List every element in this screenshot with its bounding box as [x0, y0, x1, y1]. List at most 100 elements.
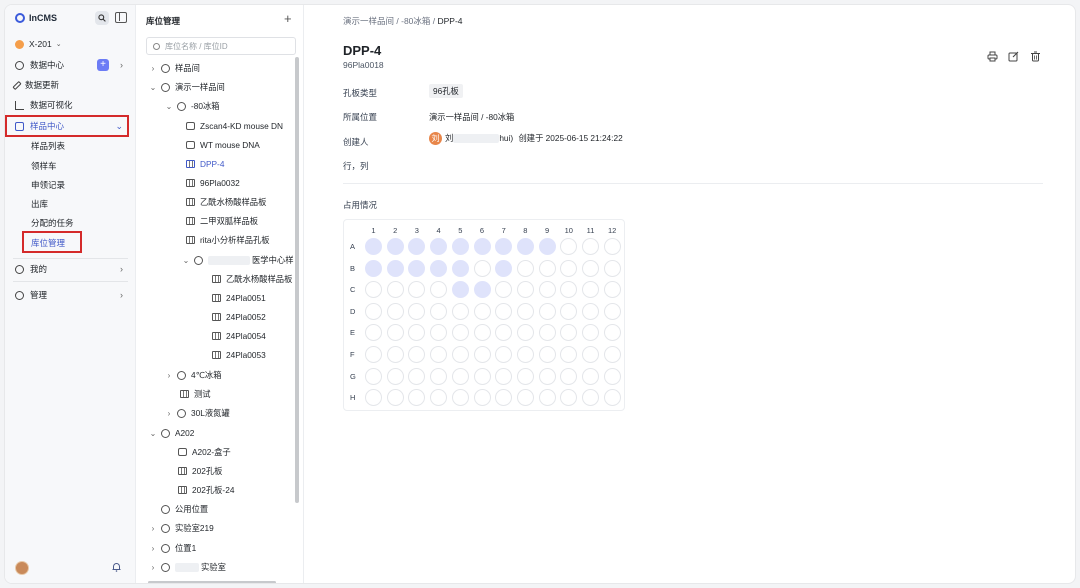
tree-node[interactable]: ⌄ -80冰箱: [164, 99, 220, 113]
well-empty[interactable]: [538, 346, 556, 363]
well-empty[interactable]: [430, 324, 448, 342]
well-empty[interactable]: [582, 324, 599, 342]
well-empty[interactable]: [560, 302, 578, 320]
well-empty[interactable]: [430, 346, 448, 363]
chevron-right-icon[interactable]: ›: [148, 524, 158, 533]
well-empty[interactable]: [560, 367, 578, 385]
tree-node[interactable]: › 位置1: [148, 541, 197, 555]
well-empty[interactable]: [495, 346, 513, 363]
well-empty[interactable]: [386, 389, 404, 407]
sub-item-assigned-tasks[interactable]: 分配的任务: [31, 216, 74, 230]
nav-data-visualization[interactable]: 数据可视化: [15, 97, 127, 113]
breadcrumb-item[interactable]: -80冰箱: [401, 16, 430, 26]
nav-data-center[interactable]: 数据中心 + ›: [15, 57, 127, 73]
well-occupied[interactable]: [430, 259, 448, 277]
well-empty[interactable]: [495, 389, 513, 407]
well-empty[interactable]: [516, 281, 534, 299]
well-occupied[interactable]: [473, 238, 491, 255]
well-occupied[interactable]: [473, 281, 491, 299]
well-empty[interactable]: [386, 367, 404, 385]
well-empty[interactable]: [430, 281, 448, 299]
well-empty[interactable]: [386, 281, 404, 299]
nav-data-update[interactable]: 数据更新: [12, 77, 127, 93]
well-empty[interactable]: [538, 324, 556, 342]
well-empty[interactable]: [495, 324, 513, 342]
vertical-scrollbar[interactable]: [295, 57, 299, 503]
well-occupied[interactable]: [386, 259, 404, 277]
sub-item-sample-list[interactable]: 样品列表: [31, 139, 65, 153]
well-empty[interactable]: [473, 389, 491, 407]
well-empty[interactable]: [430, 367, 448, 385]
well-empty[interactable]: [582, 346, 599, 363]
well-empty[interactable]: [516, 346, 534, 363]
tree-node[interactable]: A202-盒子: [178, 445, 231, 459]
well-empty[interactable]: [560, 259, 578, 277]
well-occupied[interactable]: [538, 238, 556, 255]
chevron-right-icon[interactable]: ›: [148, 544, 158, 553]
well-occupied[interactable]: [451, 281, 469, 299]
well-empty[interactable]: [582, 302, 599, 320]
search-icon[interactable]: [95, 11, 109, 25]
sub-item-outbound[interactable]: 出库: [31, 197, 48, 211]
well-empty[interactable]: [516, 259, 534, 277]
well-empty[interactable]: [365, 302, 382, 320]
well-empty[interactable]: [365, 324, 382, 342]
chevron-right-icon[interactable]: ›: [164, 371, 174, 380]
well-empty[interactable]: [560, 389, 578, 407]
well-occupied[interactable]: [365, 259, 382, 277]
chevron-down-icon[interactable]: ⌄: [164, 102, 174, 111]
well-empty[interactable]: [603, 302, 621, 320]
user-avatar[interactable]: [15, 561, 29, 575]
tree-node[interactable]: 24Pla0053: [212, 348, 266, 362]
well-empty[interactable]: [560, 346, 578, 363]
tree-node[interactable]: ⌄ 演示一样品间: [148, 80, 225, 94]
well-occupied[interactable]: [495, 238, 513, 255]
well-occupied[interactable]: [430, 238, 448, 255]
tree-node[interactable]: › 4℃冰箱: [164, 368, 222, 382]
well-empty[interactable]: [603, 238, 621, 255]
well-empty[interactable]: [582, 281, 599, 299]
tree-node[interactable]: 公用位置: [161, 502, 208, 516]
well-empty[interactable]: [451, 302, 469, 320]
print-icon[interactable]: [987, 49, 998, 62]
horizontal-scrollbar[interactable]: [148, 581, 276, 583]
tree-node[interactable]: 乙酰水杨酸样品板: [212, 272, 292, 286]
edit-icon[interactable]: [1008, 49, 1019, 62]
well-empty[interactable]: [495, 281, 513, 299]
chevron-down-icon[interactable]: ⌄: [148, 429, 158, 438]
well-empty[interactable]: [451, 346, 469, 363]
well-empty[interactable]: [430, 302, 448, 320]
well-empty[interactable]: [365, 367, 382, 385]
well-empty[interactable]: [430, 389, 448, 407]
well-occupied[interactable]: [365, 238, 382, 255]
well-empty[interactable]: [603, 324, 621, 342]
tree-node-selected[interactable]: DPP-4: [186, 157, 224, 171]
well-empty[interactable]: [495, 367, 513, 385]
well-empty[interactable]: [538, 367, 556, 385]
well-occupied[interactable]: [408, 238, 426, 255]
nav-mine[interactable]: 我的 ›: [15, 261, 127, 277]
tree-node[interactable]: 24Pla0054: [212, 329, 266, 343]
well-empty[interactable]: [516, 389, 534, 407]
well-empty[interactable]: [451, 389, 469, 407]
tree-node[interactable]: › 30L液氮罐: [164, 406, 230, 420]
tree-node[interactable]: › 实验室: [148, 560, 226, 574]
brand[interactable]: InCMS: [15, 13, 57, 23]
well-empty[interactable]: [603, 281, 621, 299]
bell-icon[interactable]: [112, 562, 121, 575]
well-empty[interactable]: [408, 346, 426, 363]
chevron-right-icon[interactable]: ›: [148, 64, 158, 73]
add-location-icon[interactable]: +: [284, 11, 292, 26]
well-empty[interactable]: [560, 281, 578, 299]
chevron-right-icon[interactable]: ›: [148, 563, 158, 572]
well-empty[interactable]: [365, 389, 382, 407]
well-empty[interactable]: [538, 302, 556, 320]
chevron-right-icon[interactable]: ›: [164, 409, 174, 418]
well-empty[interactable]: [408, 281, 426, 299]
well-occupied[interactable]: [451, 238, 469, 255]
well-empty[interactable]: [516, 324, 534, 342]
tree-node[interactable]: 202孔板-24: [178, 483, 234, 497]
well-empty[interactable]: [582, 259, 599, 277]
well-empty[interactable]: [408, 302, 426, 320]
well-empty[interactable]: [603, 389, 621, 407]
